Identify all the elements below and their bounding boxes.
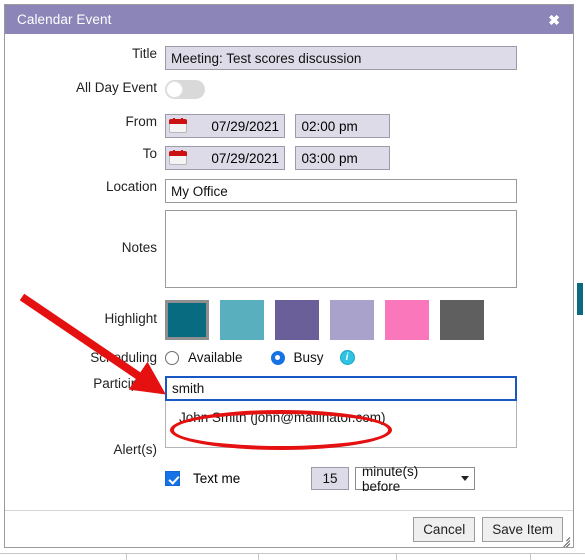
info-icon[interactable]: i xyxy=(339,350,355,365)
row-title: Title xyxy=(5,46,573,70)
alert-unit-select[interactable]: minute(s) before xyxy=(355,464,475,494)
to-time-input[interactable]: 03:00 pm xyxy=(295,146,391,170)
title-label: Title xyxy=(131,46,157,61)
all-day-label: All Day Event xyxy=(75,80,157,95)
location-label: Location xyxy=(105,179,157,194)
alert-controls: Text me 15 minute(s) before xyxy=(165,464,573,494)
cancel-button[interactable]: Cancel xyxy=(413,517,476,542)
swatch-purple[interactable] xyxy=(275,300,319,340)
calendar-event-dialog: Calendar Event ✖ Title All Day Event xyxy=(4,4,574,548)
all-day-toggle[interactable] xyxy=(165,80,205,99)
alerts-label: Alert(s) xyxy=(113,442,158,457)
swatch-gray[interactable] xyxy=(440,300,484,340)
swatch-pink[interactable] xyxy=(385,300,429,340)
dialog-footer: Cancel Save Item xyxy=(413,517,563,542)
calendar-icon xyxy=(169,150,187,166)
save-item-button[interactable]: Save Item xyxy=(482,517,563,542)
dialog-title: Calendar Event xyxy=(17,12,112,27)
radio-busy-control xyxy=(270,350,285,365)
row-location: Location xyxy=(5,179,573,203)
radio-available[interactable]: Available xyxy=(165,350,243,365)
swatch-lavender[interactable] xyxy=(330,300,374,340)
highlight-swatches xyxy=(165,300,573,340)
participant-input[interactable] xyxy=(165,376,517,401)
alert-amount-input[interactable]: 15 xyxy=(311,467,349,490)
notes-textarea[interactable] xyxy=(165,210,517,288)
screenshot-root: Calendar Event ✖ Title All Day Event xyxy=(0,0,585,560)
scheduling-options: Available Busy i xyxy=(165,350,573,365)
event-form: Title All Day Event From xyxy=(5,46,573,494)
close-icon[interactable]: ✖ xyxy=(545,11,563,29)
text-me-checkbox[interactable] xyxy=(165,471,180,486)
row-notes: Notes xyxy=(5,210,573,293)
background-table-line xyxy=(258,553,259,560)
scheduling-label: Scheduling xyxy=(90,350,157,365)
radio-available-label: Available xyxy=(188,350,243,365)
background-table-line xyxy=(530,553,531,560)
background-accent-bar xyxy=(577,283,583,315)
swatch-color xyxy=(330,300,374,340)
row-scheduling: Scheduling Available Busy i xyxy=(5,350,573,365)
swatch-color xyxy=(440,300,484,340)
radio-busy-label: Busy xyxy=(293,350,324,365)
from-date-input[interactable]: 07/29/2021 xyxy=(165,114,285,138)
swatch-color xyxy=(168,303,206,337)
swatch-color xyxy=(275,300,319,340)
to-date-value: 07/29/2021 xyxy=(211,150,279,166)
chevron-down-icon xyxy=(461,476,469,481)
calendar-icon xyxy=(169,118,187,134)
resize-grip[interactable] xyxy=(556,531,571,547)
title-input[interactable] xyxy=(165,46,517,70)
row-alerts: Alert(s) Text me 15 minute(s) before xyxy=(5,420,573,494)
text-me-label: Text me xyxy=(193,471,241,486)
from-date-value: 07/29/2021 xyxy=(211,118,279,134)
to-time-value: 03:00 pm xyxy=(301,150,358,166)
to-date-input[interactable]: 07/29/2021 xyxy=(165,146,285,170)
row-highlight: Highlight xyxy=(5,300,573,340)
row-to: To 07/29/2021 03:00 pm xyxy=(5,146,573,170)
radio-busy[interactable]: Busy xyxy=(270,350,324,365)
background-table-line xyxy=(126,553,127,560)
from-label: From xyxy=(125,114,158,129)
swatch-teal-light[interactable] xyxy=(220,300,264,340)
radio-available-control xyxy=(165,350,179,365)
location-input[interactable] xyxy=(165,179,517,203)
row-all-day: All Day Event xyxy=(5,80,573,104)
swatch-teal-dark[interactable] xyxy=(165,300,209,340)
to-label: To xyxy=(142,146,157,161)
background-table-line xyxy=(0,553,585,554)
toggle-knob xyxy=(166,81,183,98)
from-time-input[interactable]: 02:00 pm xyxy=(295,114,391,138)
from-time-value: 02:00 pm xyxy=(301,118,358,134)
row-from: From 07/29/2021 02:00 pm xyxy=(5,114,573,138)
alert-unit-value: minute(s) before xyxy=(362,463,419,494)
highlight-label: Highlight xyxy=(104,311,157,326)
swatch-color xyxy=(220,300,264,340)
footer-divider xyxy=(5,510,573,511)
swatch-color xyxy=(385,300,429,340)
participant-label: Participant xyxy=(93,376,157,391)
notes-label: Notes xyxy=(121,240,157,255)
dialog-titlebar: Calendar Event ✖ xyxy=(5,5,573,34)
background-table-line xyxy=(396,553,397,560)
